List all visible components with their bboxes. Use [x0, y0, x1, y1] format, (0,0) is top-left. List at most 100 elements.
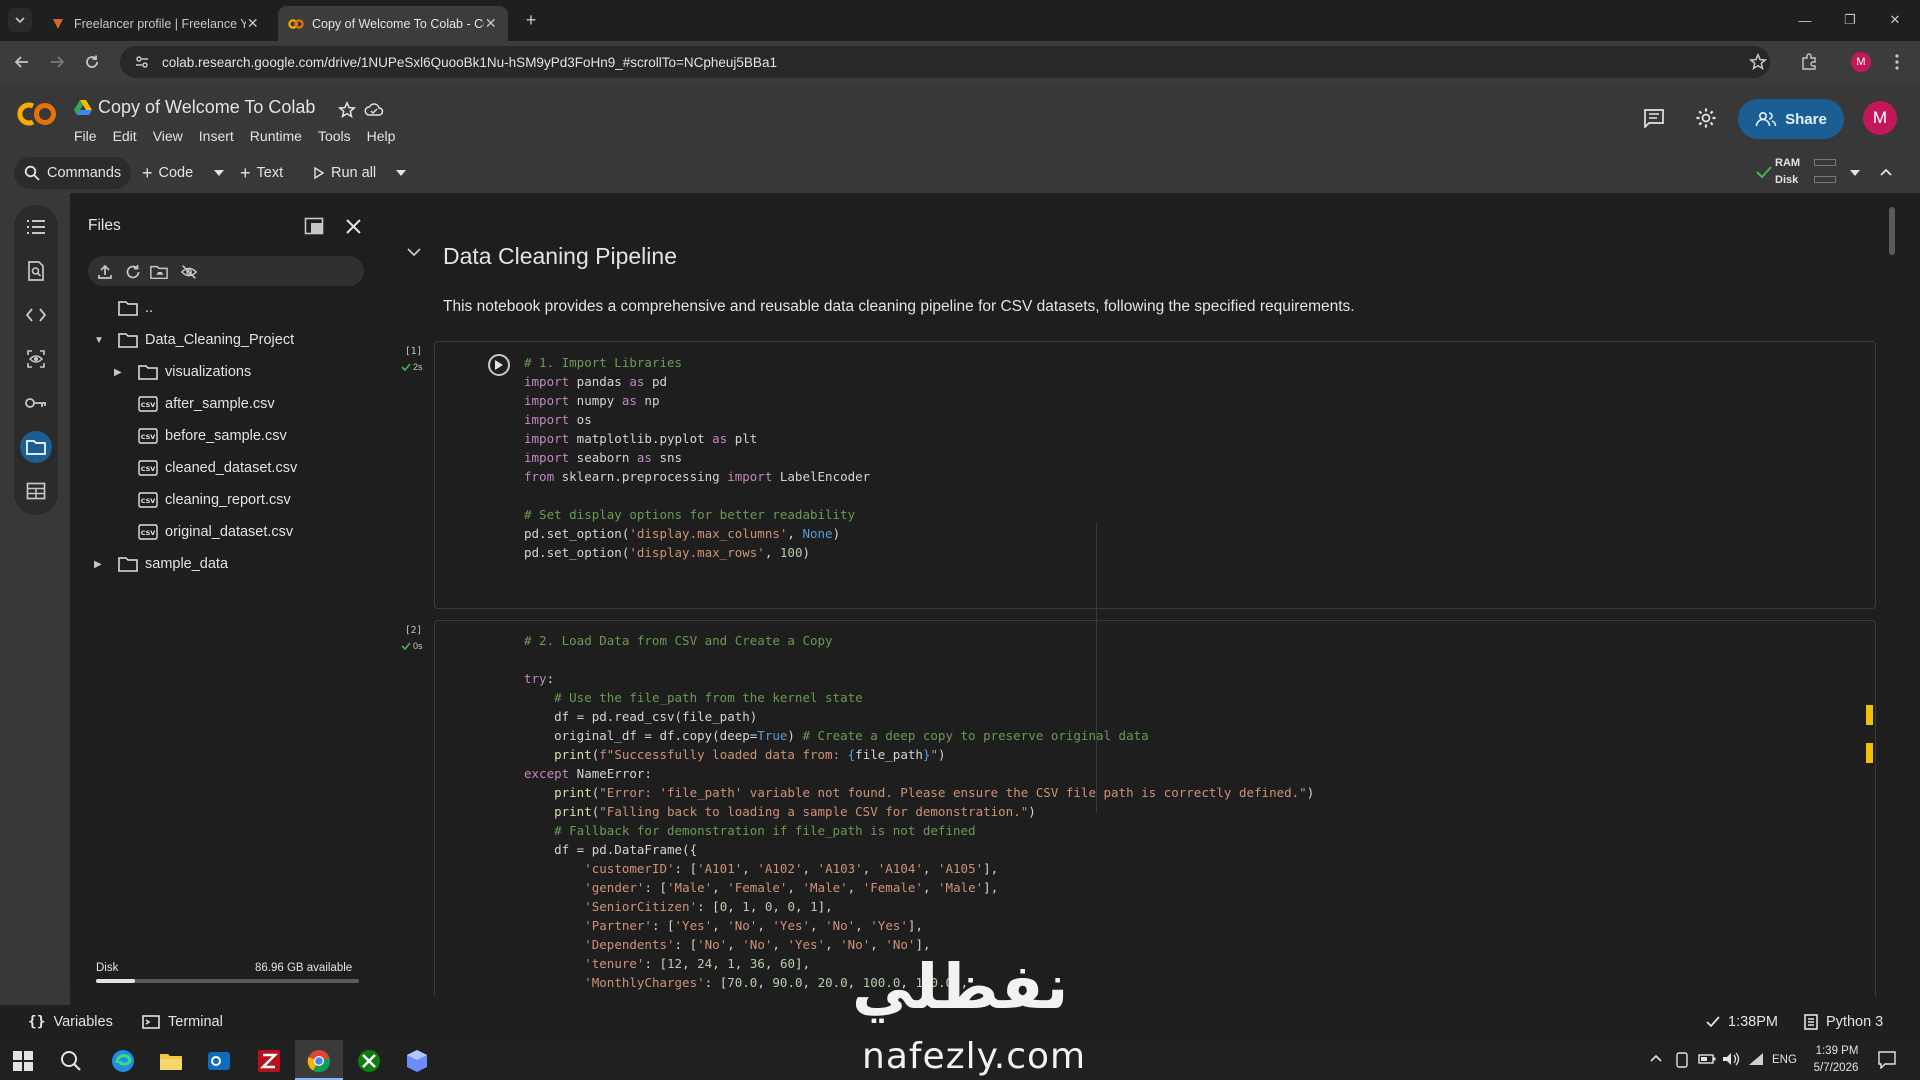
data-table-button[interactable]	[20, 475, 52, 507]
share-button[interactable]: Share	[1738, 99, 1844, 139]
restore-button[interactable]: ❐	[1830, 8, 1870, 32]
reload-button[interactable]	[80, 50, 104, 74]
close-files-panel-button[interactable]	[346, 219, 361, 234]
find-replace-button[interactable]	[20, 255, 52, 287]
menu-insert[interactable]: Insert	[199, 128, 234, 144]
settings-button[interactable]	[1693, 105, 1719, 131]
run-all-button[interactable]: Run all	[304, 157, 386, 189]
file-tree-item[interactable]: ▼ Data_Cleaning_Project	[94, 328, 294, 352]
open-in-tab-button[interactable]	[304, 217, 324, 235]
mount-drive-button[interactable]	[150, 263, 168, 281]
window-close-button[interactable]: ✕	[1875, 8, 1915, 32]
filezilla-button[interactable]	[256, 1048, 282, 1074]
menu-edit[interactable]: Edit	[113, 128, 137, 144]
files-button[interactable]	[20, 431, 52, 463]
colab-logo-icon[interactable]	[17, 101, 59, 127]
wifi-icon[interactable]	[1748, 1052, 1764, 1066]
app-cube-button[interactable]	[404, 1048, 430, 1074]
add-code-button[interactable]: + Code	[132, 157, 203, 189]
secrets-button[interactable]	[20, 387, 52, 419]
add-text-button[interactable]: + Text	[230, 157, 293, 189]
variables-inspector-button[interactable]	[20, 343, 52, 375]
upload-button[interactable]	[96, 263, 114, 281]
url-text: colab.research.google.com/drive/1NUPeSxl…	[162, 54, 777, 70]
code-editor[interactable]: # 2. Load Data from CSV and Create a Cop…	[524, 631, 1314, 992]
account-avatar[interactable]: M	[1863, 101, 1897, 135]
star-notebook-button[interactable]	[334, 97, 360, 123]
outlook-button[interactable]	[206, 1048, 232, 1074]
code-cell[interactable]: # 2. Load Data from CSV and Create a Cop…	[434, 620, 1876, 996]
taskbar-search-button[interactable]	[58, 1048, 84, 1074]
runtime-type[interactable]: Python 3	[1804, 1014, 1883, 1030]
toggle-hidden-files-button[interactable]	[180, 263, 198, 281]
battery-icon[interactable]	[1698, 1053, 1716, 1065]
cell-execution-count: [2]	[405, 625, 423, 636]
chrome-button[interactable]	[306, 1048, 332, 1074]
drive-sync-status[interactable]	[361, 97, 387, 123]
close-icon[interactable]: ✕	[484, 15, 498, 32]
menu-runtime[interactable]: Runtime	[250, 128, 302, 144]
tab-search-button[interactable]	[8, 8, 32, 32]
execution-status[interactable]: 1:38PM	[1706, 1014, 1778, 1030]
variables-button[interactable]: {} Variables	[28, 1014, 113, 1030]
bookmark-button[interactable]	[1746, 50, 1770, 74]
code-snippets-button[interactable]	[20, 299, 52, 331]
file-tree-item[interactable]: CSV cleaning_report.csv	[114, 488, 291, 512]
table-of-contents-button[interactable]	[20, 211, 52, 243]
browser-tab-freelancer[interactable]: Freelancer profile | Freelance Yo ✕	[40, 6, 270, 41]
file-tree-item[interactable]: ..	[94, 296, 153, 320]
taskbar-date[interactable]: 5/7/2026	[1808, 1062, 1864, 1074]
file-tree-item[interactable]: CSV before_sample.csv	[114, 424, 287, 448]
menu-tools[interactable]: Tools	[318, 128, 351, 144]
close-icon[interactable]: ✕	[246, 15, 260, 32]
code-ruler-line	[1096, 522, 1097, 812]
runtime-dropdown[interactable]	[1850, 170, 1860, 176]
refresh-button[interactable]	[124, 263, 142, 281]
caret-right-icon[interactable]: ▶	[114, 367, 128, 378]
run-all-dropdown[interactable]	[386, 157, 416, 189]
forward-button[interactable]	[45, 50, 69, 74]
edge-browser-button[interactable]	[110, 1048, 136, 1074]
file-tree-item[interactable]: CSV original_dataset.csv	[114, 520, 293, 544]
terminal-button[interactable]: Terminal	[142, 1014, 223, 1030]
taskbar-time[interactable]: 1:39 PM	[1812, 1045, 1862, 1057]
taskbar-app-tray-icon[interactable]	[1675, 1052, 1689, 1068]
caret-right-icon[interactable]: ▶	[94, 559, 108, 570]
extensions-button[interactable]	[1797, 50, 1821, 74]
notebook-title[interactable]: Copy of Welcome To Colab	[98, 97, 315, 118]
show-hidden-icons-button[interactable]	[1650, 1054, 1662, 1062]
comments-button[interactable]	[1641, 105, 1667, 131]
google-drive-icon[interactable]	[74, 99, 92, 115]
minimize-button[interactable]: —	[1785, 8, 1825, 32]
menu-view[interactable]: View	[153, 128, 183, 144]
input-language[interactable]: ENG	[1772, 1054, 1797, 1066]
run-cell-button[interactable]	[488, 354, 510, 376]
file-tree-item[interactable]: ▶ sample_data	[94, 552, 228, 576]
resource-monitor[interactable]: RAM Disk	[1775, 155, 1800, 189]
code-editor[interactable]: # 1. Import Libraries import pandas as p…	[524, 353, 870, 562]
menu-help[interactable]: Help	[367, 128, 396, 144]
new-tab-button[interactable]: +	[520, 9, 542, 31]
browser-tab-colab[interactable]: Copy of Welcome To Colab - Co ✕	[278, 6, 508, 41]
puzzle-icon	[1802, 53, 1816, 70]
collapse-section-button[interactable]	[407, 248, 421, 257]
file-explorer-button[interactable]	[158, 1048, 184, 1074]
address-bar[interactable]: colab.research.google.com/drive/1NUPeSxl…	[120, 46, 1770, 78]
back-button[interactable]	[10, 50, 34, 74]
notebook-scrollbar[interactable]	[1889, 207, 1895, 255]
menu-file[interactable]: File	[74, 128, 97, 144]
site-info-icon[interactable]	[134, 54, 150, 70]
xbox-button[interactable]	[356, 1048, 382, 1074]
windows-start-button[interactable]	[10, 1048, 36, 1074]
volume-icon[interactable]	[1722, 1052, 1740, 1066]
notifications-button[interactable]	[1878, 1051, 1896, 1069]
profile-button[interactable]: M	[1849, 50, 1873, 74]
browser-menu-button[interactable]	[1885, 50, 1909, 74]
caret-down-icon[interactable]: ▼	[94, 335, 108, 346]
file-tree-item[interactable]: CSV after_sample.csv	[114, 392, 275, 416]
commands-button[interactable]: Commands	[14, 157, 132, 189]
collapse-header-button[interactable]	[1880, 168, 1892, 176]
file-tree-item[interactable]: CSV cleaned_dataset.csv	[114, 456, 297, 480]
file-tree-item[interactable]: ▶ visualizations	[114, 360, 251, 384]
code-cell[interactable]: # 1. Import Libraries import pandas as p…	[434, 341, 1876, 609]
